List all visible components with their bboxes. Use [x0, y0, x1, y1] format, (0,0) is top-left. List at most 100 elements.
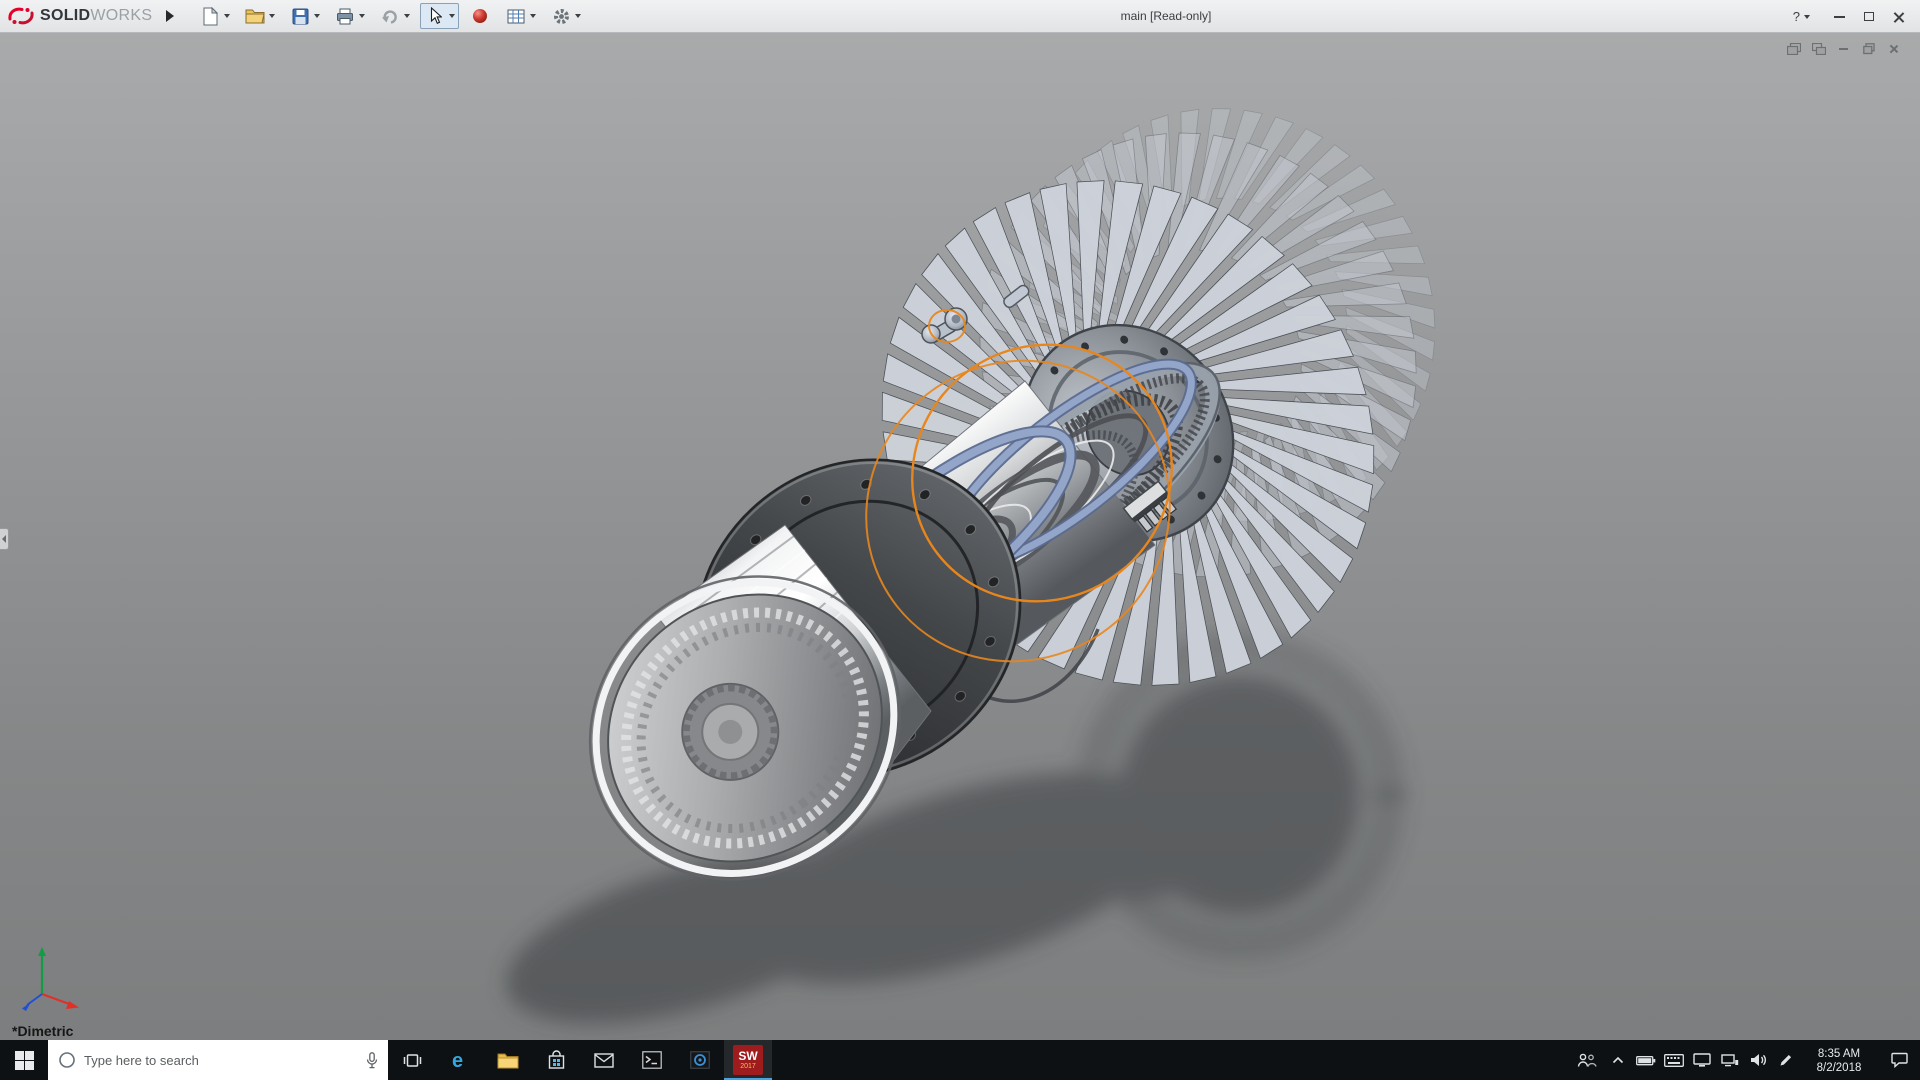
open-button[interactable]: [240, 3, 279, 29]
print-button[interactable]: [330, 3, 369, 29]
solidworks-brand: SOLIDWORKS: [0, 6, 160, 26]
action-center-button[interactable]: [1878, 1040, 1920, 1080]
brand-text: SOLIDWORKS: [40, 7, 152, 25]
volume-button[interactable]: [1744, 1040, 1772, 1080]
graphics-area[interactable]: *Dimetric: [0, 33, 1920, 1040]
people-button[interactable]: [1570, 1040, 1604, 1080]
command-prompt-icon: [642, 1051, 662, 1069]
windows-logo-icon: [15, 1051, 34, 1070]
window-title: main [Read-only]: [1121, 0, 1212, 33]
microphone-icon[interactable]: [366, 1052, 378, 1069]
titlebar: SOLIDWORKS: [0, 0, 1920, 33]
cortana-circle-icon: [58, 1051, 76, 1069]
start-button[interactable]: [0, 1040, 48, 1080]
open-folder-icon: [244, 8, 266, 24]
document-window-controls: [1785, 41, 1902, 56]
dropdown-arrow-icon: [314, 14, 320, 18]
microsoft-store-button[interactable]: [532, 1040, 580, 1080]
edge-icon: e: [449, 1049, 471, 1071]
dropdown-arrow-icon: [224, 14, 230, 18]
windows-taskbar: Type here to search e SW 2017: [0, 1040, 1920, 1080]
appearance-sphere-icon: [469, 8, 491, 24]
view-orientation-label: *Dimetric: [12, 1023, 73, 1039]
doc-minimize-icon[interactable]: [1835, 41, 1852, 56]
system-tray: 8:35 AM8/2/2018: [1570, 1040, 1920, 1080]
maximize-button[interactable]: [1854, 4, 1884, 30]
dropdown-arrow-icon: [449, 14, 455, 18]
task-pane-collapse-tab[interactable]: [0, 528, 9, 550]
dropdown-arrow-icon: [404, 14, 410, 18]
display-icon: [1693, 1053, 1711, 1067]
dropdown-arrow-icon: [359, 14, 365, 18]
people-icon: [1577, 1053, 1597, 1068]
maximize-icon: [1864, 12, 1874, 21]
doc-cascade-windows-icon[interactable]: [1810, 41, 1827, 56]
solidworks-app-button[interactable]: SW 2017: [724, 1040, 772, 1080]
store-icon: [548, 1050, 565, 1070]
brand-solid: SOLID: [40, 7, 90, 24]
solidworks-logo-icon: [8, 6, 34, 26]
select-cursor-icon: [424, 7, 446, 25]
command-prompt-button[interactable]: [628, 1040, 676, 1080]
mail-icon: [594, 1053, 614, 1068]
volume-icon: [1750, 1053, 1767, 1067]
pen-button[interactable]: [1772, 1040, 1800, 1080]
doc-close-icon[interactable]: [1885, 41, 1902, 56]
dropdown-arrow-icon: [269, 14, 275, 18]
network-button[interactable]: [1716, 1040, 1744, 1080]
window-controls: ?: [1793, 0, 1914, 33]
minimize-button[interactable]: [1824, 4, 1854, 30]
close-icon: [1893, 11, 1905, 23]
display-button[interactable]: [1688, 1040, 1716, 1080]
chevron-up-icon: [1612, 1056, 1624, 1064]
new-document-button[interactable]: [195, 3, 234, 29]
search-placeholder: Type here to search: [84, 1053, 358, 1068]
file-explorer-button[interactable]: [484, 1040, 532, 1080]
select-tool-button[interactable]: [420, 3, 459, 29]
undo-button[interactable]: [375, 3, 414, 29]
svg-text:e: e: [452, 1050, 463, 1071]
action-center-icon: [1891, 1052, 1908, 1068]
clock-time: 8:35 AM: [1817, 1047, 1862, 1061]
taskbar-search-input[interactable]: Type here to search: [48, 1040, 388, 1080]
drawing-sheet-button[interactable]: [501, 3, 540, 29]
file-explorer-icon: [497, 1052, 519, 1069]
new-document-icon: [199, 7, 221, 26]
doc-restore-icon[interactable]: [1860, 41, 1877, 56]
solidworks-window: SOLIDWORKS: [0, 0, 1920, 1080]
task-view-button[interactable]: [388, 1040, 436, 1080]
appearance-button[interactable]: [465, 3, 495, 29]
solidworks-app-icon: SW 2017: [733, 1045, 763, 1075]
minimize-icon: [1834, 16, 1845, 18]
media-app-icon: [690, 1051, 710, 1069]
orientation-triad: [14, 942, 90, 1014]
save-button[interactable]: [285, 3, 324, 29]
pen-icon: [1779, 1053, 1793, 1067]
close-button[interactable]: [1884, 4, 1914, 30]
options-gear-icon: [550, 8, 572, 25]
network-icon: [1721, 1054, 1739, 1067]
media-app-button[interactable]: [676, 1040, 724, 1080]
touch-keyboard-button[interactable]: [1660, 1040, 1688, 1080]
drawing-sheet-icon: [505, 9, 527, 24]
edge-browser-button[interactable]: e: [436, 1040, 484, 1080]
toolbar-flyout-arrow-icon[interactable]: [166, 10, 174, 22]
touch-keyboard-icon: [1664, 1054, 1684, 1067]
dropdown-arrow-icon: [530, 14, 536, 18]
brand-works: WORKS: [90, 7, 152, 24]
dropdown-arrow-icon: [575, 14, 581, 18]
hidden-icons-button[interactable]: [1604, 1040, 1632, 1080]
taskbar-clock[interactable]: 8:35 AM8/2/2018: [1800, 1040, 1878, 1080]
help-button[interactable]: ?: [1793, 9, 1800, 24]
help-dropdown-arrow-icon[interactable]: [1804, 15, 1810, 19]
save-icon: [289, 8, 311, 25]
task-view-icon: [403, 1052, 422, 1069]
mail-button[interactable]: [580, 1040, 628, 1080]
options-button[interactable]: [546, 3, 585, 29]
doc-new-window-icon[interactable]: [1785, 41, 1802, 56]
clock-date: 8/2/2018: [1817, 1061, 1862, 1075]
battery-icon: [1636, 1055, 1656, 1066]
battery-button[interactable]: [1632, 1040, 1660, 1080]
print-icon: [334, 8, 356, 25]
jet-engine-model[interactable]: [0, 33, 1920, 1040]
